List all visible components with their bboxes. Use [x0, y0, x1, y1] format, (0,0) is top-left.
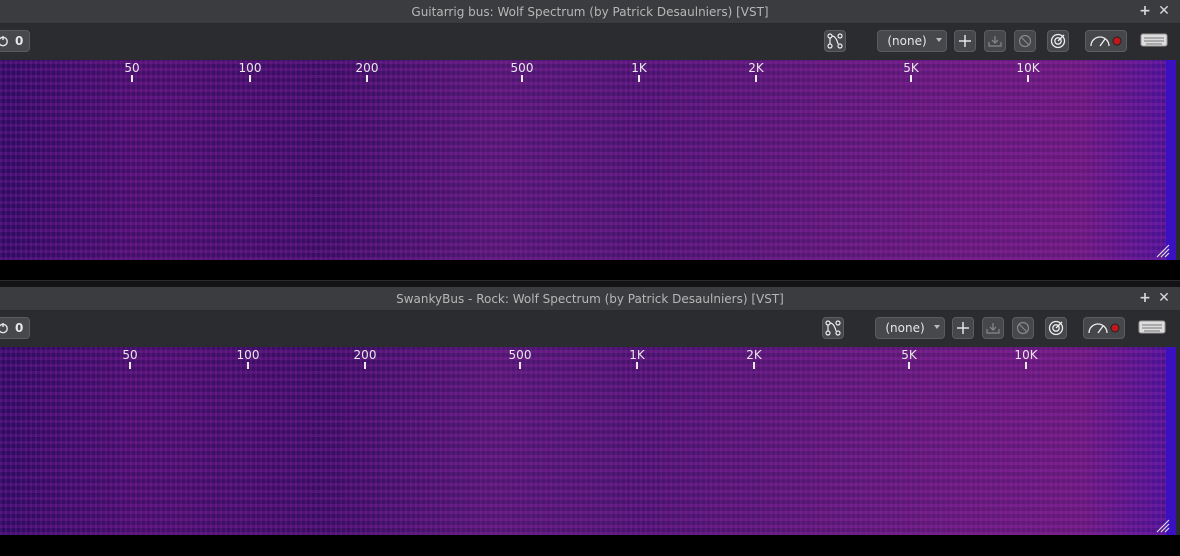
keyboard-icon	[1140, 33, 1168, 47]
add-icon[interactable]: +	[1137, 3, 1153, 19]
save-icon	[986, 323, 1000, 334]
keyboard-icon	[1138, 320, 1166, 334]
power-icon	[0, 36, 8, 47]
freq-tick	[753, 362, 755, 369]
save-preset-button[interactable]	[982, 317, 1004, 339]
enable-button[interactable]	[1047, 30, 1069, 52]
freq-tick	[636, 362, 638, 369]
add-preset-button[interactable]	[954, 30, 976, 52]
counter-value: 0	[15, 34, 24, 48]
plus-icon	[959, 35, 971, 47]
freq-tick	[247, 362, 249, 369]
delete-preset-button[interactable]	[1012, 317, 1034, 339]
freq-tick	[1025, 362, 1027, 369]
target-icon	[1048, 320, 1064, 336]
freq-label-200: 200	[355, 61, 379, 75]
add-icon[interactable]: +	[1137, 290, 1153, 306]
add-preset-button[interactable]	[952, 317, 974, 339]
spectrum-noise	[0, 60, 1176, 260]
freq-label-500: 500	[510, 61, 534, 75]
window-titlebar[interactable]: SwankyBus - Rock: Wolf Spectrum (by Patr…	[0, 287, 1180, 311]
counter-value: 0	[15, 321, 24, 335]
gauge-icon	[1088, 323, 1120, 334]
chevron-down-icon	[936, 38, 942, 42]
routing-icon	[825, 320, 841, 336]
freq-label-100: 100	[236, 348, 260, 362]
freq-tick	[638, 75, 640, 82]
freq-label-5k: 5K	[901, 348, 917, 362]
spectrum-noise	[0, 347, 1176, 535]
freq-label-500: 500	[508, 348, 532, 362]
keyboard-button[interactable]	[1139, 29, 1169, 51]
freq-label-1k: 1K	[631, 61, 647, 75]
freq-tick	[364, 362, 366, 369]
window-title: SwankyBus - Rock: Wolf Spectrum (by Patr…	[396, 291, 784, 306]
routing-button[interactable]	[822, 317, 844, 339]
freq-tick	[519, 362, 521, 369]
chevron-down-icon	[934, 325, 940, 329]
window-title: Guitarrig bus: Wolf Spectrum (by Patrick…	[411, 4, 769, 19]
freq-label-10k: 10K	[1014, 348, 1038, 362]
freq-tick	[910, 75, 912, 82]
freq-label-200: 200	[353, 348, 377, 362]
plugin-window-swankybus: SwankyBus - Rock: Wolf Spectrum (by Patr…	[0, 287, 1180, 556]
close-icon[interactable]: ✕	[1156, 3, 1172, 19]
close-icon[interactable]: ✕	[1156, 290, 1172, 306]
latency-button[interactable]	[1085, 30, 1127, 52]
freq-tick	[908, 362, 910, 369]
spectrum-edge	[1166, 347, 1176, 535]
freq-label-2k: 2K	[748, 61, 764, 75]
plugin-window-guitarrig: Guitarrig bus: Wolf Spectrum (by Patrick…	[0, 0, 1180, 281]
freq-tick	[1027, 75, 1029, 82]
freq-label-10k: 10K	[1016, 61, 1040, 75]
freq-tick	[755, 75, 757, 82]
plugin-toolbar: 0 (none)	[0, 311, 1180, 347]
keyboard-button[interactable]	[1137, 316, 1167, 338]
preset-select[interactable]: (none)	[877, 30, 947, 52]
routing-button[interactable]	[824, 30, 846, 52]
freq-label-100: 100	[238, 61, 262, 75]
preset-select[interactable]: (none)	[875, 317, 945, 339]
resize-grip-icon[interactable]	[1154, 517, 1170, 533]
freq-label-5k: 5K	[903, 61, 919, 75]
window-titlebar[interactable]: Guitarrig bus: Wolf Spectrum (by Patrick…	[0, 0, 1180, 24]
bypass-counter[interactable]: 0	[0, 317, 30, 339]
latency-button[interactable]	[1083, 317, 1125, 339]
preset-value: (none)	[885, 321, 925, 335]
freq-tick	[366, 75, 368, 82]
spectrum-edge	[1166, 60, 1176, 260]
freq-tick	[249, 75, 251, 82]
freq-label-2k: 2K	[746, 348, 762, 362]
resize-grip-icon[interactable]	[1154, 242, 1170, 258]
freq-label-50: 50	[122, 348, 138, 362]
target-icon	[1050, 33, 1066, 49]
freq-tick	[131, 75, 133, 82]
preset-value: (none)	[887, 34, 927, 48]
disabled-icon	[1018, 34, 1032, 48]
freq-label-50: 50	[124, 61, 140, 75]
power-icon	[0, 323, 8, 334]
disabled-icon	[1016, 321, 1030, 335]
gauge-icon	[1090, 36, 1122, 47]
bypass-counter[interactable]: 0	[0, 30, 30, 52]
spectrum-display[interactable]: 50 100 200 500 1K 2K 5K 10K	[0, 347, 1176, 535]
window-bottom	[0, 260, 1180, 280]
freq-tick	[521, 75, 523, 82]
plugin-toolbar: 0 (none)	[0, 24, 1180, 60]
window-bottom	[0, 535, 1180, 556]
delete-preset-button[interactable]	[1014, 30, 1036, 52]
enable-button[interactable]	[1045, 317, 1067, 339]
spectrum-display[interactable]: 50 100 200 500 1K 2K 5K 10K	[0, 60, 1176, 260]
save-preset-button[interactable]	[984, 30, 1006, 52]
freq-label-1k: 1K	[629, 348, 645, 362]
freq-tick	[129, 362, 131, 369]
routing-icon	[827, 33, 843, 49]
save-icon	[988, 36, 1002, 47]
plus-icon	[957, 322, 969, 334]
